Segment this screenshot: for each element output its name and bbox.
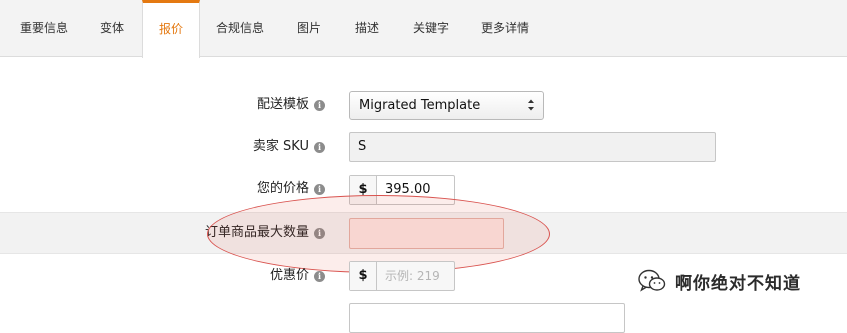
tab-bar: 重要信息 变体 报价 合规信息 图片 描述 关键字 更多详情: [0, 0, 847, 58]
your-price-label: 您的价格 i: [257, 179, 325, 199]
tab-images[interactable]: 图片: [297, 0, 321, 57]
watermark-text: 啊你绝对不知道: [675, 273, 801, 294]
your-price-label-text: 您的价格: [256, 181, 309, 196]
max-order-quantity-field[interactable]: [349, 218, 504, 249]
sale-price-label-text: 优惠价: [269, 268, 309, 283]
info-icon[interactable]: i: [314, 141, 325, 153]
your-price-value: 395.00: [385, 182, 431, 197]
max-order-quantity-label-text: 订单商品最大数量: [204, 225, 309, 240]
info-icon[interactable]: i: [314, 99, 325, 111]
seller-sku-label: 卖家 SKU i: [253, 137, 325, 157]
tab-compliance[interactable]: 合规信息: [216, 0, 264, 57]
shipping-template-value: Migrated Template: [359, 98, 481, 113]
info-icon[interactable]: i: [314, 270, 325, 282]
max-order-quantity-label: 订单商品最大数量 i: [205, 223, 325, 243]
info-icon[interactable]: i: [314, 227, 325, 239]
select-arrows-icon: [528, 99, 534, 111]
shipping-template-label: 配送模板 i: [257, 95, 325, 115]
shipping-template-label-text: 配送模板: [256, 97, 309, 112]
seller-sku-label-text: 卖家 SKU: [252, 139, 309, 154]
tab-important-info[interactable]: 重要信息: [20, 0, 68, 57]
wechat-icon: [638, 269, 666, 292]
tab-more-details[interactable]: 更多详情: [481, 0, 529, 57]
sale-price-placeholder: 示例: 219: [385, 269, 440, 283]
info-icon[interactable]: i: [314, 183, 325, 195]
currency-symbol: $: [350, 176, 377, 204]
seller-sku-field[interactable]: S: [349, 132, 716, 162]
tab-offer[interactable]: 报价: [142, 0, 200, 58]
tab-keywords[interactable]: 关键字: [413, 0, 449, 57]
your-price-field[interactable]: $ 395.00: [349, 175, 455, 205]
watermark: 啊你绝对不知道: [637, 266, 801, 296]
next-field[interactable]: [349, 303, 625, 333]
sale-price-label: 优惠价 i: [270, 266, 325, 286]
currency-symbol: $: [350, 262, 377, 290]
tab-variations[interactable]: 变体: [100, 0, 124, 57]
shipping-template-select[interactable]: Migrated Template: [349, 91, 544, 120]
tab-description[interactable]: 描述: [355, 0, 379, 57]
sale-price-field[interactable]: $ 示例: 219: [349, 261, 455, 291]
